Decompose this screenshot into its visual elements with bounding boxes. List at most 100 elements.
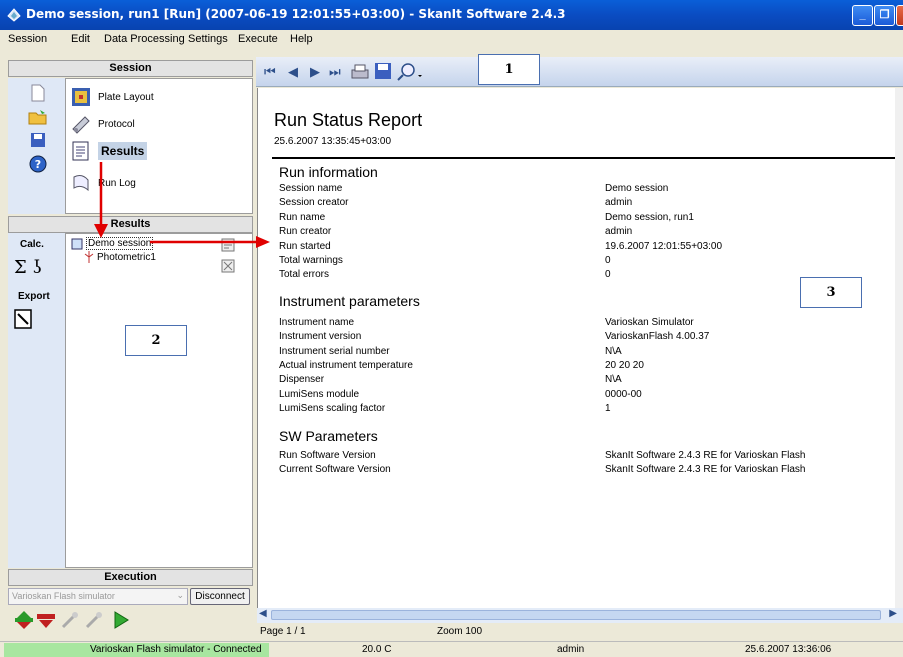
nav-results-label: Results <box>98 142 148 160</box>
report-row: LumiSens scaling factor 1 <box>279 403 879 417</box>
report-row: Run started 19.6.2007 12:01:55+03:00 <box>279 241 879 255</box>
menu-settings[interactable]: Settings <box>188 33 228 45</box>
report-row: Total errors 0 <box>279 269 879 283</box>
sum-icon[interactable]: Σ ʖ <box>14 257 42 278</box>
report-date: 25.6.2007 13:35:45+03:00 <box>274 136 392 147</box>
minimize-button[interactable]: _ <box>852 5 873 26</box>
dispenser-prime-icon[interactable] <box>60 610 80 630</box>
window-title: Demo session, run1 [Run] (2007-06-19 12:… <box>26 7 566 21</box>
nav-protocol-label: Protocol <box>98 118 135 130</box>
next-page-icon[interactable]: ▶ <box>310 64 320 80</box>
sw-parameters-heading: SW Parameters <box>279 428 378 444</box>
zoom-icon[interactable] <box>396 62 422 82</box>
session-panel-header: Session <box>8 60 253 77</box>
menu-help[interactable]: Help <box>290 33 313 45</box>
row-key: Instrument name <box>279 317 355 328</box>
results-toolbar: Calc. Σ ʖ Export <box>8 233 65 568</box>
nav-run-log[interactable]: Run Log <box>70 172 136 194</box>
row-key: Run creator <box>279 226 332 237</box>
unload-plate-icon[interactable] <box>36 610 56 630</box>
report-row: Instrument version VarioskanFlash 4.00.37 <box>279 331 879 345</box>
row-key: Run name <box>279 212 326 223</box>
user-status: admin <box>557 644 585 655</box>
tree-item-photometric[interactable]: Photometric1 <box>84 251 156 263</box>
row-value: 20 20 20 <box>605 360 644 371</box>
report-row: Dispenser N\A <box>279 374 879 388</box>
last-page-icon[interactable]: ⏭ <box>329 64 341 80</box>
nav-plate-layout[interactable]: Plate Layout <box>70 86 154 108</box>
connection-status: Varioskan Flash simulator - Connected <box>90 644 262 655</box>
menu-execute[interactable]: Execute <box>238 33 278 45</box>
report-row: LumiSens module 0000-00 <box>279 389 879 403</box>
row-value: admin <box>605 197 633 208</box>
scroll-thumb[interactable] <box>271 610 881 620</box>
row-value: Demo session <box>605 183 669 194</box>
report-row: Actual instrument temperature 20 20 20 <box>279 360 879 374</box>
row-value: 0 <box>605 269 611 280</box>
scroll-right-icon[interactable]: ▶ <box>889 608 897 619</box>
row-key: Run started <box>279 241 331 252</box>
report-row: Run Software Version SkanIt Software 2.4.… <box>279 450 879 464</box>
help-icon[interactable]: ? <box>29 155 47 173</box>
report-horizontal-scrollbar[interactable]: ◀ ▶ <box>257 608 903 623</box>
callout-1: 1 <box>478 54 540 85</box>
results-tree: Demo session Photometric1 <box>65 233 253 568</box>
menu-session[interactable]: Session <box>8 33 47 45</box>
nav-protocol[interactable]: Protocol <box>70 113 135 135</box>
scroll-left-icon[interactable]: ◀ <box>259 608 267 619</box>
app-icon <box>7 8 21 22</box>
instrument-select[interactable]: Varioskan Flash simulator ⌄ <box>8 588 188 605</box>
open-folder-icon[interactable] <box>28 108 48 126</box>
nav-plate-layout-label: Plate Layout <box>98 91 154 103</box>
zoom-indicator: Zoom 100 <box>437 626 483 637</box>
protocol-icon <box>72 116 90 134</box>
row-key: Actual instrument temperature <box>279 360 413 371</box>
report-vertical-scrollbar[interactable] <box>895 88 903 608</box>
load-plate-icon[interactable] <box>14 610 34 630</box>
row-key: Session creator <box>279 197 349 208</box>
datetime-status: 25.6.2007 13:36:06 <box>745 644 832 655</box>
report-row: Session creator admin <box>279 197 879 211</box>
instrument-select-value: Varioskan Flash simulator <box>12 591 115 601</box>
delete-icon[interactable] <box>221 259 235 273</box>
row-key: LumiSens module <box>279 389 360 400</box>
callout-2: 2 <box>125 325 187 356</box>
session-toolbar: ? <box>8 78 65 214</box>
disconnect-button[interactable]: Disconnect <box>190 588 250 605</box>
row-key: Total errors <box>279 269 330 280</box>
nav-results[interactable]: Results <box>70 140 148 162</box>
export-label: Export <box>18 291 50 302</box>
svg-text:?: ? <box>35 158 41 171</box>
row-value: N\A <box>605 374 622 385</box>
new-icon[interactable] <box>30 84 46 102</box>
dispenser-empty-icon[interactable] <box>84 610 104 630</box>
close-button[interactable]: X <box>896 5 903 26</box>
tree-child-label: Photometric1 <box>97 251 156 263</box>
results-panel-header: Results <box>8 216 253 233</box>
row-key: Dispenser <box>279 374 325 385</box>
row-value: SkanIt Software 2.4.3 RE for Varioskan F… <box>605 450 806 461</box>
export-icon[interactable] <box>14 309 32 329</box>
menu-data-processing[interactable]: Data Processing <box>104 33 185 45</box>
first-page-icon[interactable]: ⏮ <box>264 64 276 80</box>
menu-bar: Session Edit Data Processing Settings Ex… <box>0 30 903 50</box>
row-key: Total warnings <box>279 255 343 266</box>
play-icon[interactable] <box>112 610 130 630</box>
save-icon[interactable] <box>30 132 46 148</box>
report-row: Session name Demo session <box>279 183 879 197</box>
instrument-parameters-heading: Instrument parameters <box>279 293 420 309</box>
prev-page-icon[interactable]: ◀ <box>288 64 298 80</box>
tree-item-demo-session[interactable]: Demo session <box>71 237 154 250</box>
row-value: N\A <box>605 346 622 357</box>
save-report-icon[interactable] <box>374 62 392 80</box>
maximize-button[interactable]: ❐ <box>874 5 895 26</box>
row-value: VarioskanFlash 4.00.37 <box>605 331 710 342</box>
report-view-icon[interactable] <box>221 238 235 252</box>
report-row: Total warnings 0 <box>279 255 879 269</box>
print-icon[interactable] <box>350 62 370 82</box>
row-value: Varioskan Simulator <box>605 317 694 328</box>
row-value: 19.6.2007 12:01:55+03:00 <box>605 241 723 252</box>
menu-edit[interactable]: Edit <box>71 33 90 45</box>
row-key: Instrument version <box>279 331 362 342</box>
row-key: Current Software Version <box>279 464 391 475</box>
